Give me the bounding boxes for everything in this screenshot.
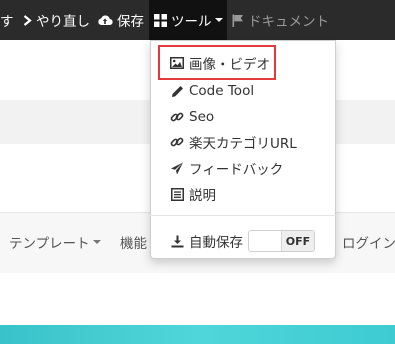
feature-menu[interactable]: 機能 bbox=[120, 229, 147, 255]
menu-item-code-tool[interactable]: Code Tool bbox=[170, 80, 254, 102]
menu-item-label: Code Tool bbox=[189, 83, 255, 99]
download-icon bbox=[170, 234, 184, 248]
flag-icon bbox=[232, 14, 243, 27]
send-icon bbox=[170, 161, 184, 175]
menu-item-label: フィードバック bbox=[189, 162, 284, 178]
menu-item-label: 説明 bbox=[189, 188, 216, 204]
tools-label: ツール bbox=[171, 14, 212, 30]
autosave-toggle[interactable]: OFF bbox=[248, 230, 315, 252]
tools-menu-button[interactable]: ツール bbox=[149, 0, 227, 40]
link-icon bbox=[170, 110, 184, 124]
pencil-icon bbox=[170, 84, 184, 98]
document-label: ドキュメント bbox=[248, 14, 329, 30]
link-icon bbox=[170, 135, 184, 149]
teal-banner bbox=[0, 325, 395, 344]
cloud-upload-icon bbox=[98, 15, 113, 25]
toggle-knob bbox=[249, 231, 282, 251]
undo-label-fragment: す bbox=[0, 14, 14, 30]
selection-highlight bbox=[158, 45, 276, 80]
top-toolbar: す やり直し 保存 ツール ドキュメント bbox=[0, 0, 395, 40]
autosave-label: 自動保存 bbox=[189, 235, 243, 251]
menu-divider bbox=[150, 215, 336, 216]
list-icon bbox=[170, 187, 184, 201]
login-label: ログイン bbox=[342, 236, 395, 252]
menu-item-seo[interactable]: Seo bbox=[170, 106, 214, 128]
document-button[interactable]: ドキュメント bbox=[232, 0, 329, 40]
page-body bbox=[0, 273, 395, 325]
caret-down-icon bbox=[92, 240, 101, 244]
toggle-state-label: OFF bbox=[282, 231, 314, 251]
template-menu[interactable]: テンプレート bbox=[9, 229, 101, 255]
undo-button[interactable]: す bbox=[0, 0, 14, 40]
save-label: 保存 bbox=[117, 14, 144, 30]
caret-down-icon bbox=[214, 18, 223, 22]
save-button[interactable]: 保存 bbox=[97, 0, 144, 40]
menu-item-feedback[interactable]: フィードバック bbox=[170, 157, 283, 179]
grid-icon bbox=[154, 13, 167, 27]
menu-item-label: 楽天カテゴリURL bbox=[189, 136, 297, 152]
template-label: テンプレート bbox=[9, 236, 90, 252]
menu-item-description[interactable]: 説明 bbox=[170, 183, 216, 205]
redo-button[interactable]: やり直し bbox=[23, 0, 90, 40]
autosave-row: 自動保存 bbox=[170, 230, 243, 252]
chevron-right-icon bbox=[23, 14, 32, 26]
menu-item-rakuten-category-url[interactable]: 楽天カテゴリURL bbox=[170, 131, 297, 153]
redo-label: やり直し bbox=[36, 14, 90, 30]
feature-label: 機能 bbox=[120, 236, 147, 252]
menu-item-label: Seo bbox=[189, 109, 215, 125]
login-link[interactable]: ログイン bbox=[342, 229, 395, 255]
